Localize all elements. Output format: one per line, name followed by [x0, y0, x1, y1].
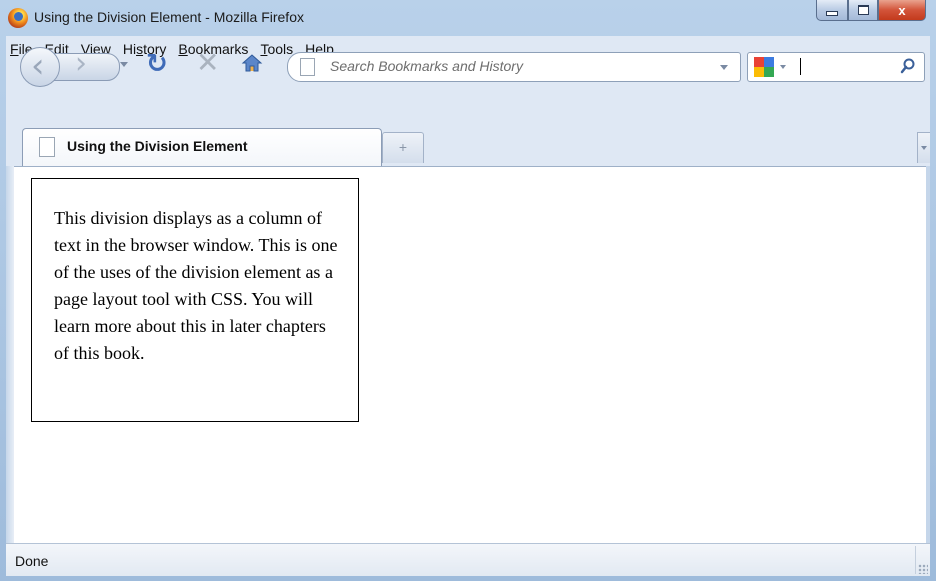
- search-input[interactable]: [747, 52, 925, 82]
- home-icon: [241, 54, 263, 72]
- title-bar[interactable]: Using the Division Element - Mozilla Fir…: [0, 0, 936, 36]
- window-left-edge: [6, 166, 14, 543]
- firefox-logo-icon: [8, 8, 28, 28]
- search-engine-dropdown-icon[interactable]: [780, 65, 786, 69]
- page-icon: [39, 137, 55, 157]
- close-icon: x: [898, 2, 906, 18]
- window-title: Using the Division Element - Mozilla Fir…: [34, 9, 304, 25]
- reload-button[interactable]: ↻: [146, 51, 168, 77]
- resize-grip-icon[interactable]: [918, 564, 928, 574]
- status-text: Done: [15, 553, 49, 569]
- forward-button[interactable]: [50, 46, 120, 81]
- tab-title: Using the Division Element: [67, 138, 248, 154]
- window-right-edge: [926, 166, 930, 543]
- google-icon[interactable]: [754, 57, 774, 77]
- magnifier-icon[interactable]: [900, 58, 916, 74]
- window-controls: x: [816, 0, 926, 22]
- browser-window: Using the Division Element - Mozilla Fir…: [0, 0, 936, 581]
- text-caret: [800, 58, 801, 75]
- url-placeholder: Search Bookmarks and History: [330, 58, 523, 74]
- home-button[interactable]: [241, 52, 263, 74]
- tab-strip: Using the Division Element +: [6, 128, 930, 167]
- minimize-button[interactable]: [816, 0, 848, 21]
- url-dropdown-icon[interactable]: [720, 65, 728, 70]
- history-dropdown-icon[interactable]: [120, 62, 128, 67]
- menu-tools[interactable]: Tools: [260, 41, 293, 57]
- maximize-icon: [857, 5, 869, 15]
- stop-button[interactable]: ✕: [196, 49, 219, 77]
- new-tab-button[interactable]: +: [382, 132, 424, 163]
- plus-icon: +: [398, 139, 408, 155]
- back-button[interactable]: [20, 46, 60, 87]
- reload-icon: ↻: [146, 49, 168, 79]
- page-icon: [300, 58, 315, 76]
- tab-using-division-element[interactable]: Using the Division Element: [22, 128, 382, 167]
- division-box: This division displays as a column of te…: [31, 178, 359, 422]
- page-content: This division displays as a column of te…: [14, 166, 926, 544]
- maximize-button[interactable]: [848, 0, 878, 21]
- minimize-icon: [826, 10, 838, 16]
- division-text: This division displays as a column of te…: [54, 208, 338, 363]
- tab-list-button[interactable]: [917, 132, 930, 163]
- status-divider: [915, 546, 916, 574]
- stop-icon: ✕: [196, 46, 220, 79]
- status-bar: Done: [6, 543, 930, 576]
- url-bar[interactable]: Search Bookmarks and History: [287, 52, 741, 82]
- close-button[interactable]: x: [878, 0, 926, 21]
